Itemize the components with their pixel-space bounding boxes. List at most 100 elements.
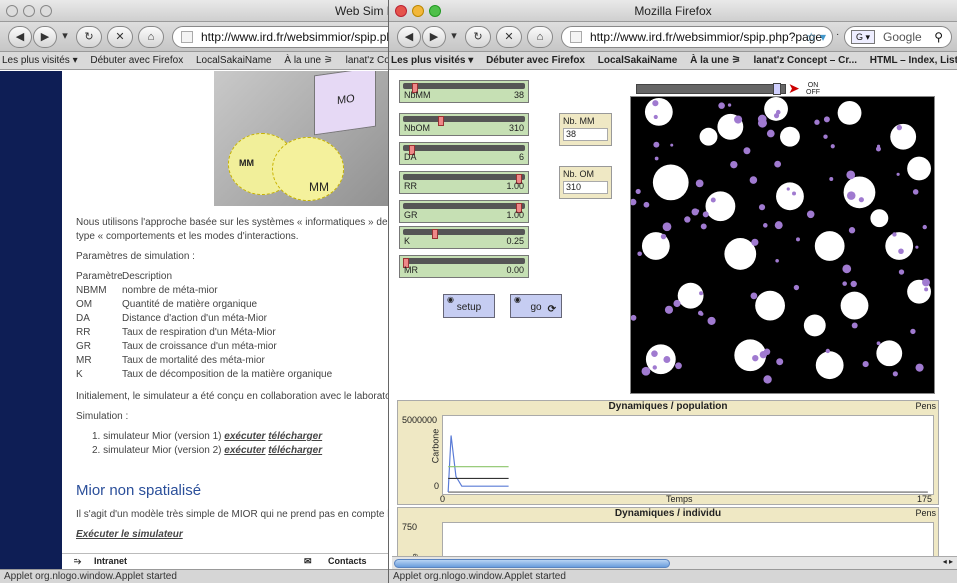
- back-button[interactable]: ◀: [8, 26, 32, 48]
- slider-k[interactable]: K 0.25: [399, 226, 529, 249]
- world-view[interactable]: [630, 96, 935, 394]
- address-bar[interactable]: http://www.ird.fr/websimmior/spip.ph: [172, 26, 400, 48]
- slider-track[interactable]: [403, 83, 525, 93]
- home-button[interactable]: ⌂: [527, 26, 553, 48]
- right-titlebar[interactable]: Mozilla Firefox: [389, 0, 957, 22]
- run-simulator-link[interactable]: Exécuter le simulateur: [76, 528, 400, 542]
- left-titlebar[interactable]: Web Sim M: [0, 0, 400, 22]
- slider-gr[interactable]: GR 1.00: [399, 200, 529, 223]
- download-link[interactable]: télécharger: [268, 431, 322, 442]
- run-link[interactable]: exécuter: [224, 431, 265, 442]
- agent-cell: [644, 97, 673, 126]
- organic-matter-dot: [662, 222, 672, 232]
- organic-matter-dot: [896, 124, 902, 131]
- download-link[interactable]: télécharger: [268, 445, 322, 456]
- history-dropdown-icon[interactable]: ▾: [60, 26, 70, 48]
- history-dropdown-icon[interactable]: ▾: [449, 26, 459, 48]
- slider-track[interactable]: [403, 203, 525, 213]
- forward-button[interactable]: ▶: [33, 26, 57, 48]
- slider-track[interactable]: [403, 174, 525, 184]
- slider-track[interactable]: [403, 229, 525, 239]
- monitor-value: 38: [563, 128, 608, 141]
- bookmark-item[interactable]: LocalSakaiName: [598, 55, 678, 66]
- slider-nbom[interactable]: NbOM 310: [399, 113, 529, 136]
- slider-knob[interactable]: [438, 116, 444, 126]
- slider-knob[interactable]: [432, 229, 438, 239]
- minimize-window-icon[interactable]: [412, 5, 424, 17]
- slider-da[interactable]: DA 6: [399, 142, 529, 165]
- organic-matter-dot: [631, 314, 637, 321]
- slider-track[interactable]: [403, 145, 525, 155]
- horizontal-scrollbar[interactable]: ◂ ▸: [392, 556, 957, 569]
- slider-rr[interactable]: RR 1.00: [399, 171, 529, 194]
- slider-label: NbMM: [404, 90, 431, 100]
- bookmark-item[interactable]: Les plus visités ▾: [391, 55, 473, 66]
- slider-track[interactable]: [403, 116, 525, 126]
- organic-matter-dot: [727, 103, 732, 107]
- bookmark-item[interactable]: lanat'z Co: [346, 55, 390, 66]
- bookmark-item[interactable]: À la une ⚞: [690, 55, 741, 66]
- bookmark-item[interactable]: lanat'z Concept – Cr...: [753, 55, 857, 66]
- organic-matter-dot: [637, 251, 642, 257]
- setup-button[interactable]: ◉ setup: [443, 294, 495, 318]
- agent-cell: [677, 282, 704, 309]
- pens-button[interactable]: Pens: [915, 401, 936, 411]
- bookmark-item[interactable]: À la une ⚞: [284, 55, 332, 66]
- run-link[interactable]: exécuter: [224, 445, 265, 456]
- bookmark-star-icon[interactable]: ☆ ▾: [806, 27, 826, 47]
- param-row: OM Quantité de matière organique: [76, 298, 400, 312]
- plot-ymax: 750: [402, 522, 418, 532]
- organic-matter-dot: [749, 176, 758, 184]
- simulation-item: 2. simulateur Mior (version 2) exécuter …: [92, 444, 400, 458]
- organic-matter-dot: [825, 348, 830, 354]
- google-engine-icon[interactable]: G ▾: [851, 30, 875, 44]
- param-name: NBMM: [76, 285, 107, 296]
- search-placeholder: Google: [883, 30, 922, 44]
- view-updates-toggle[interactable]: ON OFF: [806, 82, 820, 96]
- pens-button[interactable]: Pens: [915, 508, 936, 518]
- slider-label: DA: [404, 152, 417, 162]
- bookmark-item[interactable]: Les plus visités ▾: [2, 55, 78, 66]
- organic-matter-dot: [922, 224, 927, 230]
- plot-xmax: 175: [916, 494, 932, 504]
- slider-track[interactable]: [403, 258, 525, 268]
- close-window-icon[interactable]: [395, 5, 407, 17]
- scrollbar-thumb[interactable]: [394, 559, 670, 568]
- zoom-window-icon[interactable]: [429, 5, 441, 17]
- address-bar[interactable]: http://www.ird.fr/websimmior/spip.php?pa…: [561, 26, 833, 48]
- back-button[interactable]: ◀: [397, 26, 421, 48]
- plot-ymin: 0: [434, 481, 440, 491]
- go-button[interactable]: ◉ go ⟳: [510, 294, 562, 318]
- stop-button[interactable]: ✕: [496, 26, 522, 48]
- left-browser-window: Web Sim M ◀ ▶ ▾ ↻ ✕ ⌂ http://www.ird.fr/…: [0, 0, 400, 583]
- search-box[interactable]: G ▾ Google ⚲: [844, 26, 952, 48]
- bookmark-item[interactable]: LocalSakaiName: [196, 55, 272, 66]
- forward-button[interactable]: ▶: [422, 26, 446, 48]
- slider-nbmm[interactable]: NbMM 38: [399, 80, 529, 103]
- reload-button[interactable]: ↻: [465, 26, 491, 48]
- organic-matter-dot: [842, 281, 847, 286]
- mm-label-big: MM: [309, 180, 329, 194]
- stop-button[interactable]: ✕: [107, 26, 133, 48]
- scroll-arrows-icon[interactable]: ◂ ▸: [943, 557, 953, 566]
- agent-cell: [755, 290, 785, 321]
- organic-matter-dot: [776, 358, 784, 366]
- bookmark-item[interactable]: HTML – Index, Liste ...: [870, 55, 957, 66]
- param-name: DA: [76, 313, 90, 324]
- speed-slider[interactable]: [636, 83, 786, 95]
- intranet-link[interactable]: Intranet: [94, 554, 127, 569]
- slider-mr[interactable]: MR 0.00: [399, 255, 529, 278]
- zoom-window-icon[interactable]: [40, 5, 52, 17]
- organic-matter-dot: [763, 223, 768, 228]
- minimize-window-icon[interactable]: [23, 5, 35, 17]
- bookmark-item[interactable]: Débuter avec Firefox: [90, 55, 183, 66]
- right-status-bar: Applet org.nlogo.window.Applet started: [389, 569, 957, 583]
- reload-button[interactable]: ↻: [76, 26, 102, 48]
- close-window-icon[interactable]: [6, 5, 18, 17]
- search-icon[interactable]: ⚲: [934, 27, 943, 47]
- bookmark-item[interactable]: Débuter avec Firefox: [486, 55, 585, 66]
- home-button[interactable]: ⌂: [138, 26, 164, 48]
- speed-knob[interactable]: [773, 83, 781, 95]
- contacts-link[interactable]: Contacts: [328, 554, 367, 569]
- organic-matter-dot: [750, 292, 758, 300]
